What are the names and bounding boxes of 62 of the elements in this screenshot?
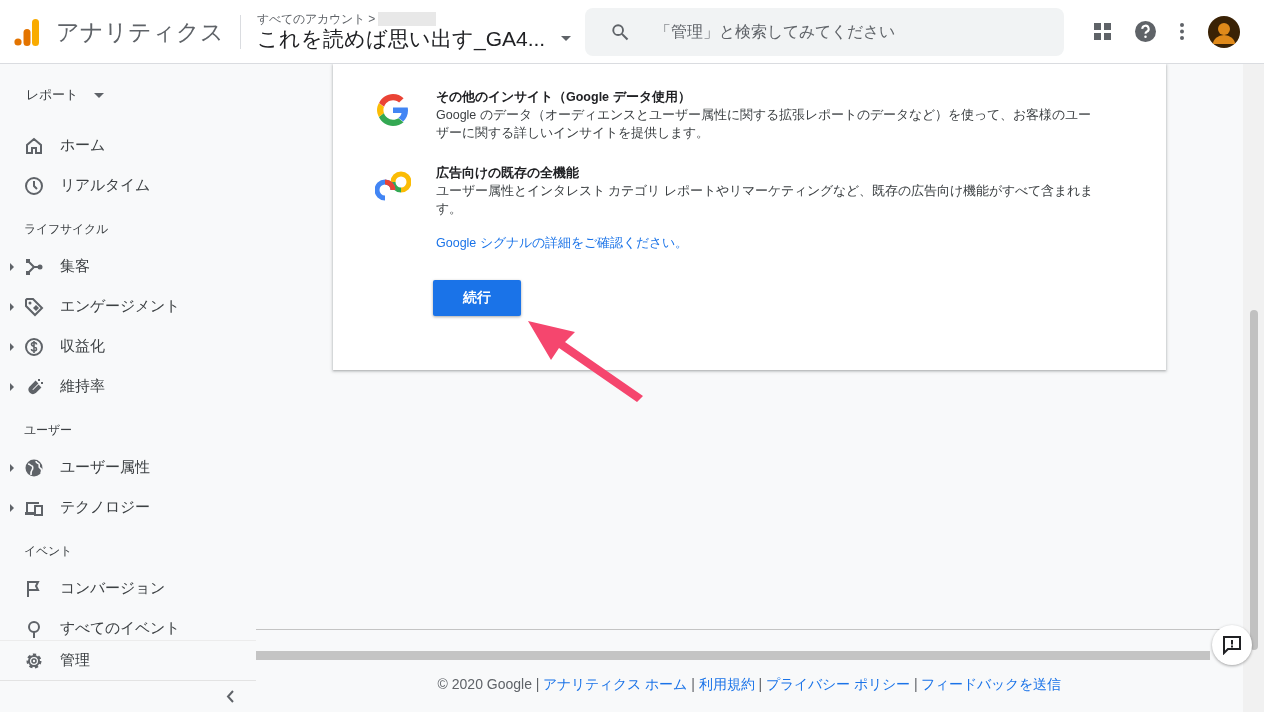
sidebar-item[interactable]: コンバージョン [0, 569, 256, 609]
section-heading: ライフサイクル [23, 221, 109, 238]
feedback-icon [1222, 635, 1242, 655]
continue-button[interactable]: 続行 [433, 280, 521, 316]
expand-arrow-icon[interactable] [10, 263, 14, 271]
feature-description: Google のデータ（オーディエンスとユーザー属性に関する拡張レポートのデータなど）を使って、お客様のユーザーに関する詳しいインサイトを提供します。 [436, 107, 1092, 142]
sidebar-item[interactable]: すべてのイベント [0, 609, 256, 640]
sidebar-item[interactable]: エンゲージメント [0, 287, 256, 327]
separator: | [691, 676, 695, 692]
expand-arrow-icon[interactable] [10, 464, 14, 472]
home-icon [24, 136, 44, 156]
dollar-icon [24, 337, 44, 357]
breadcrumb-link[interactable]: すべてのアカウント > [257, 11, 376, 26]
caret-icon [561, 36, 572, 41]
search-input[interactable]: 「管理」と検索してみてください [653, 18, 1033, 45]
property-selector[interactable]: これを読めば思い出す_GA4... [257, 25, 577, 52]
separator: | [758, 676, 763, 692]
analytics-logo-icon [14, 16, 40, 47]
search-icon [611, 22, 629, 41]
separator: | [535, 676, 540, 692]
expand-arrow-icon[interactable] [10, 343, 14, 351]
admin-item[interactable]: 管理 [0, 640, 256, 681]
footer-link[interactable]: フィードバックを送信 [921, 676, 1062, 692]
horizontal-scrollbar[interactable] [256, 651, 1210, 660]
section-heading: ユーザー [23, 422, 73, 439]
sidebar-item[interactable]: リアルタイム [0, 166, 256, 206]
globe-icon [24, 458, 44, 478]
clock-icon [24, 176, 44, 196]
scrollbar-thumb[interactable] [1249, 310, 1258, 650]
avatar-icon[interactable] [1208, 15, 1240, 48]
feature-title: 広告向けの既存の全機能 [436, 164, 580, 182]
expand-arrow-icon[interactable] [10, 383, 14, 391]
tag-icon [24, 297, 44, 317]
expand-arrow-icon[interactable] [10, 303, 14, 311]
search-bar[interactable]: 「管理」と検索してみてください [585, 7, 1064, 56]
separator: | [913, 676, 918, 692]
collapse-chevron-icon[interactable] [226, 690, 234, 703]
sidebar-item[interactable]: テクノロジー [0, 488, 256, 528]
vertical-scrollbar[interactable] [1243, 64, 1264, 712]
footer-link[interactable]: 利用規約 [698, 676, 755, 692]
google-logo-icon [375, 92, 411, 128]
app-title: アナリティクス [56, 14, 241, 49]
report-menu[interactable]: レポート [0, 64, 256, 126]
feedback-button[interactable] [1212, 625, 1252, 665]
copyright-text: © 2020 Google [437, 676, 532, 692]
sidebar-item[interactable]: 維持率 [0, 367, 256, 407]
footer-link[interactable]: アナリティクス ホーム [543, 676, 688, 692]
apps-grid-icon[interactable] [1094, 23, 1111, 40]
feature-description: ユーザー属性とインタレスト カテゴリ レポートやリマーケティングなど、既存の広告向け機能がすべて含まれます。 [436, 183, 1094, 218]
sidebar-item[interactable]: 集客 [0, 247, 256, 287]
expand-arrow-icon[interactable] [10, 504, 14, 512]
learn-more-link[interactable]: Google シグナルの詳細をご確認ください。 [436, 236, 688, 250]
sidebar-item[interactable]: ホーム [0, 126, 256, 166]
feature-title: その他のインサイト（Google データ使用） [436, 89, 692, 106]
caret-icon [94, 92, 104, 98]
section-heading: イベント [23, 543, 73, 560]
footer-link[interactable]: プライバシー ポリシー [766, 676, 910, 692]
more-options-icon[interactable] [1180, 23, 1184, 40]
branch-icon [24, 257, 44, 277]
sidebar-item[interactable]: ユーザー属性 [0, 448, 256, 488]
help-icon[interactable] [1135, 21, 1156, 42]
sidebar-item[interactable]: 収益化 [0, 327, 256, 367]
